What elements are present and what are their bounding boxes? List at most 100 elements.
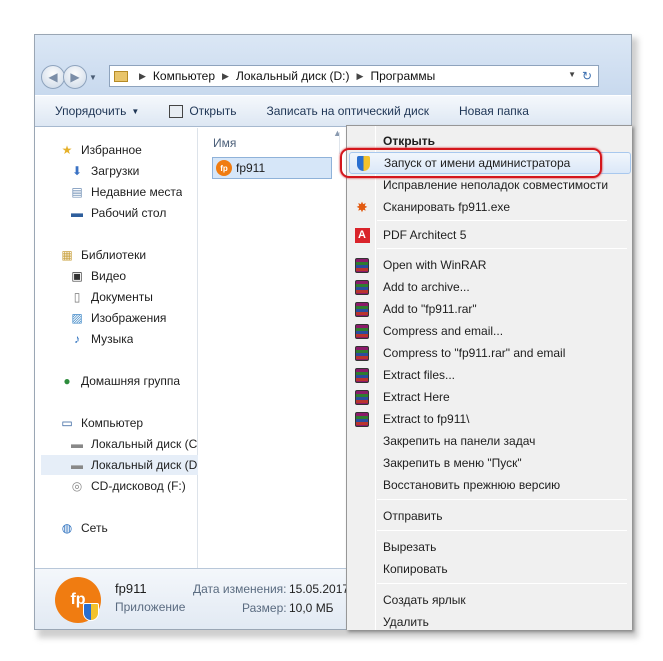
nav-cd-label: CD-дисковод (F:): [91, 479, 186, 493]
menu-pin-start[interactable]: Закрепить в меню "Пуск": [349, 452, 631, 474]
chevron-right-icon[interactable]: ▶: [357, 71, 364, 82]
address-dropdown-icon[interactable]: ▼: [568, 70, 576, 79]
menu-pdf-architect[interactable]: A PDF Architect 5: [349, 224, 631, 246]
app-icon: fp: [216, 160, 232, 176]
new-folder-label: Новая папка: [458, 104, 529, 118]
pictures-icon: ▨: [71, 311, 83, 325]
menu-delete[interactable]: Удалить: [349, 611, 631, 633]
menu-extract-files[interactable]: Extract files...: [349, 364, 631, 386]
refresh-icon[interactable]: ↻: [579, 68, 595, 84]
menu-scan[interactable]: ✸ Сканировать fp911.exe: [349, 196, 631, 218]
menu-compress-rar-email-label: Compress to "fp911.rar" and email: [383, 346, 566, 360]
open-button[interactable]: Открыть: [169, 104, 236, 118]
recent-pages-dropdown[interactable]: ▼: [89, 73, 97, 82]
menu-add-rar[interactable]: Add to "fp911.rar": [349, 298, 631, 320]
menu-cut[interactable]: Вырезать: [349, 536, 631, 558]
chevron-right-icon[interactable]: ▶: [222, 71, 229, 82]
system-drive-icon: ▬: [71, 437, 83, 451]
menu-copy[interactable]: Копировать: [349, 558, 631, 580]
details-file-type: Приложение: [115, 600, 186, 614]
nav-pictures-label: Изображения: [91, 311, 167, 325]
nav-video-label: Видео: [91, 269, 127, 283]
open-label: Открыть: [189, 104, 237, 118]
winrar-icon: [355, 389, 369, 405]
nav-cd[interactable]: ◎ CD-дисковод (F:): [69, 476, 186, 496]
menu-extract-here[interactable]: Extract Here: [349, 386, 631, 408]
nav-disk-c[interactable]: ▬ Локальный диск (C: [69, 434, 197, 454]
nav-documents[interactable]: ▯ Документы: [69, 287, 153, 307]
nav-network[interactable]: ◍ Сеть: [59, 518, 108, 538]
organize-button[interactable]: Упорядочить ▼: [55, 104, 139, 118]
burn-button[interactable]: Записать на оптический диск: [266, 104, 429, 118]
address-bar[interactable]: ▶ Компьютер ▶ Локальный диск (D:) ▶ Прог…: [109, 65, 599, 87]
menu-send-to-label: Отправить: [383, 509, 443, 523]
menu-delete-label: Удалить: [383, 615, 429, 629]
download-folder-icon: ⬇: [71, 164, 83, 178]
nav-music[interactable]: ♪ Музыка: [69, 329, 133, 349]
nav-homegroup-label: Домашняя группа: [81, 374, 181, 388]
nav-recent[interactable]: ▤ Недавние места: [69, 182, 182, 202]
forward-button[interactable]: ▶: [63, 65, 87, 89]
new-folder-button[interactable]: Новая папка: [459, 104, 529, 118]
breadcrumb-disk-d[interactable]: Локальный диск (D:): [236, 69, 350, 83]
organize-label: Упорядочить: [55, 104, 127, 118]
menu-extract-files-label: Extract files...: [383, 368, 456, 382]
back-button[interactable]: ◀: [41, 65, 65, 89]
nav-desktop[interactable]: ▬ Рабочий стол: [69, 203, 166, 223]
menu-send-to[interactable]: Отправить: [349, 505, 631, 527]
chevron-right-icon[interactable]: ▶: [139, 71, 146, 82]
cd-drive-icon: ◎: [71, 479, 83, 493]
menu-pin-taskbar[interactable]: Закрепить на панели задач: [349, 430, 631, 452]
menu-add-archive-label: Add to archive...: [383, 280, 470, 294]
title-bar: ◀ ▶ ▼ ▶ Компьютер ▶ Локальный диск (D:) …: [35, 35, 631, 95]
winrar-icon: [355, 301, 369, 317]
nav-computer[interactable]: ▭ Компьютер: [59, 413, 143, 433]
nav-homegroup[interactable]: ● Домашняя группа: [59, 371, 180, 391]
column-divider[interactable]: [339, 132, 340, 154]
menu-pin-start-label: Закрепить в меню "Пуск": [383, 456, 522, 470]
chevron-down-icon: ▼: [131, 106, 140, 116]
menu-add-rar-label: Add to "fp911.rar": [383, 302, 477, 316]
menu-add-archive[interactable]: Add to archive...: [349, 276, 631, 298]
details-file-name: fp911: [115, 581, 147, 596]
file-item[interactable]: fp fp911: [212, 157, 332, 179]
nav-desktop-label: Рабочий стол: [91, 206, 167, 220]
menu-extract-to-label: Extract to fp911\: [383, 412, 470, 426]
column-header-name[interactable]: Имя: [213, 136, 236, 150]
context-menu: Открыть Запуск от имени администратора И…: [346, 125, 632, 630]
winrar-icon: [355, 323, 369, 339]
navigation-pane: ★ Избранное ⬇ Загрузки ▤ Недавние места …: [35, 128, 198, 568]
recent-places-icon: ▤: [71, 185, 83, 199]
computer-icon: ▭: [61, 416, 73, 430]
nav-video[interactable]: ▣ Видео: [69, 266, 126, 286]
menu-extract-here-label: Extract Here: [383, 390, 450, 404]
menu-compress-email[interactable]: Compress and email...: [349, 320, 631, 342]
sort-arrow-icon: ▲: [333, 128, 342, 138]
breadcrumb-programs[interactable]: Программы: [370, 69, 435, 83]
menu-separator: [377, 499, 627, 500]
winrar-icon: [355, 279, 369, 295]
nav-downloads[interactable]: ⬇ Загрузки: [69, 161, 139, 181]
drive-icon: ▬: [71, 458, 83, 472]
burn-label: Записать на оптический диск: [266, 104, 429, 118]
nav-favorites[interactable]: ★ Избранное: [59, 140, 142, 160]
desktop-icon: ▬: [71, 206, 83, 220]
video-icon: ▣: [71, 269, 83, 283]
breadcrumb-computer[interactable]: Компьютер: [153, 69, 215, 83]
antivirus-scan-icon: ✸: [356, 198, 368, 215]
nav-pictures[interactable]: ▨ Изображения: [69, 308, 166, 328]
nav-disk-d[interactable]: ▬ Локальный диск (D: [41, 455, 198, 475]
music-icon: ♪: [74, 332, 80, 346]
menu-restore-label: Восстановить прежнюю версию: [383, 478, 561, 492]
menu-pin-taskbar-label: Закрепить на панели задач: [383, 434, 536, 448]
menu-winrar-open[interactable]: Open with WinRAR: [349, 254, 631, 276]
menu-compress-rar-email[interactable]: Compress to "fp911.rar" and email: [349, 342, 631, 364]
nav-disk-d-label: Локальный диск (D: [91, 458, 198, 472]
menu-create-shortcut[interactable]: Создать ярлык: [349, 589, 631, 611]
nav-libraries[interactable]: ▦ Библиотеки: [59, 245, 146, 265]
pdf-architect-icon: A: [354, 227, 370, 243]
menu-separator: [377, 583, 627, 584]
menu-extract-to[interactable]: Extract to fp911\: [349, 408, 631, 430]
uac-shield-icon: [83, 603, 99, 621]
menu-restore[interactable]: Восстановить прежнюю версию: [349, 474, 631, 496]
